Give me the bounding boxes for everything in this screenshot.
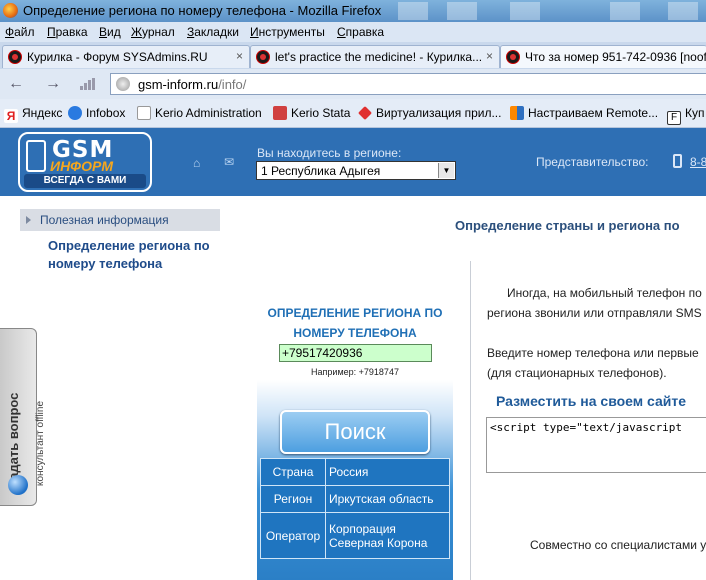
window-title: Определение региона по номеру телефона -… [23, 3, 382, 18]
web-page: GSM ИНФОРМ ВСЕГДА С ВАМИ ⌂ ✉ Вы находите… [0, 128, 706, 580]
mail-icon[interactable]: ✉ [224, 155, 236, 169]
region-select-value: 1 Республика Адыгея [261, 164, 381, 178]
result-key: Страна [260, 458, 326, 486]
region-label: Вы находитесь в регионе: [257, 146, 402, 160]
tab-practice-medicine[interactable]: let's practice the medicine! - Курилка..… [250, 45, 500, 68]
menu-bar: Файл Правка Вид Журнал Закладки Инструме… [0, 22, 706, 42]
search-button[interactable]: Поиск [280, 410, 430, 454]
ask-question-widget[interactable]: Задать вопрос консультант offline [0, 328, 46, 506]
virtualization-icon [358, 106, 372, 120]
lookup-widget: Поиск Страна Россия Регион Иркутская обл… [257, 380, 453, 580]
table-row: Оператор Корпорация Северная Корона [260, 512, 450, 559]
kerio-icon [273, 106, 287, 120]
bookmark-kerio-admin[interactable]: Kerio Administration [137, 106, 262, 120]
forward-arrow-icon[interactable]: → [45, 75, 61, 93]
infobox-icon [68, 106, 82, 120]
forum-favicon-icon [8, 50, 22, 64]
bookmark-remote[interactable]: Настраиваем Remote... [510, 106, 658, 120]
tab-strip: Курилка - Форум SYSAdmins.RU × let's pra… [0, 42, 706, 70]
page-title: Определение страны и региона по [455, 218, 680, 233]
titlebar-reflection [510, 2, 540, 20]
region-select[interactable]: 1 Республика Адыгея ▼ [256, 161, 456, 180]
phone-logo-icon [26, 140, 46, 172]
table-row: Страна Россия [260, 458, 450, 486]
windows-icon [510, 106, 524, 120]
titlebar-reflection [447, 2, 477, 20]
site-globe-icon [116, 77, 130, 91]
forum-favicon-icon [506, 50, 520, 64]
triangle-right-icon [26, 216, 31, 224]
sidebar-section-label: Полезная информация [40, 213, 169, 227]
result-value: Россия [325, 458, 450, 486]
bookmark-virtualization[interactable]: Виртуализация прил... [358, 106, 501, 120]
ask-question-title: Задать вопрос [6, 392, 21, 488]
menu-tools[interactable]: Инструменты [250, 25, 325, 39]
globe-icon [8, 475, 28, 495]
representation-phone-link[interactable]: 8-8 [690, 155, 706, 169]
lookup-result-table: Страна Россия Регион Иркутская область О… [260, 458, 450, 559]
titlebar-reflection [610, 2, 640, 20]
result-value: Иркутская область [325, 485, 450, 513]
instruction-paragraph: Введите номер телефона или первые (для с… [487, 346, 699, 380]
window-titlebar: Определение региона по номеру телефона -… [0, 0, 706, 22]
yandex-icon: Я [4, 109, 18, 123]
tab-label: Что за номер 951-742-0936 [nooff [525, 50, 706, 64]
column-divider [470, 261, 471, 580]
phone-icon [673, 154, 682, 168]
embed-heading: Разместить на своем сайте [496, 393, 687, 409]
bookmark-infobox[interactable]: Infobox [68, 106, 125, 120]
firefox-icon [3, 3, 18, 18]
bookmarks-bar: Я Яндекс Infobox Kerio Administration Ker… [0, 99, 706, 128]
widget-title: ОПРЕДЕЛЕНИЕ РЕГИОНА ПО НОМЕРУ ТЕЛЕФОНА [267, 306, 443, 340]
back-arrow-icon[interactable]: ← [8, 75, 24, 93]
site-header: GSM ИНФОРМ ВСЕГДА С ВАМИ ⌂ ✉ Вы находите… [0, 128, 706, 196]
titlebar-reflection [398, 2, 428, 20]
tab-close-icon[interactable]: × [486, 49, 493, 63]
consultant-status: консультант offline [35, 400, 46, 486]
url-text: gsm-inform.ru/info/ [138, 77, 247, 92]
menu-edit[interactable]: Правка [47, 25, 88, 39]
address-bar[interactable]: gsm-inform.ru/info/ [110, 73, 706, 95]
menu-bookmarks[interactable]: Закладки [187, 25, 239, 39]
forum-favicon-icon [256, 50, 270, 64]
tab-number-lookup[interactable]: Что за номер 951-742-0936 [nooff [500, 45, 706, 68]
phone-number-input[interactable]: +79517420936 [279, 344, 432, 362]
result-key: Оператор [260, 512, 326, 559]
home-icon[interactable]: ⌂ [193, 156, 205, 170]
tab-label: Курилка - Форум SYSAdmins.RU [27, 50, 208, 64]
signal-icon [80, 78, 96, 90]
representation-label: Представительство: [536, 155, 649, 169]
navigation-bar: ← → gsm-inform.ru/info/ [0, 69, 706, 99]
partner-note: Совместно со специалистами y [530, 538, 706, 552]
logo-inform-text: ИНФОРМ [50, 158, 113, 174]
bookmark-kerio-stata[interactable]: Kerio Stata [273, 106, 350, 120]
bookmark-kup[interactable]: F Куп [667, 106, 705, 125]
logo-slogan: ВСЕГДА С ВАМИ [24, 174, 146, 188]
tab-close-icon[interactable]: × [236, 49, 243, 63]
tab-label: let's practice the medicine! - Курилка..… [275, 50, 483, 64]
result-key: Регион [260, 485, 326, 513]
sidebar-section-useful-info[interactable]: Полезная информация [20, 209, 220, 231]
embed-code-textarea[interactable]: <script type="text/javascript [486, 417, 706, 473]
phone-example-hint: Например: +7918747 [311, 367, 399, 377]
table-row: Регион Иркутская область [260, 485, 450, 513]
gsm-inform-logo[interactable]: GSM ИНФОРМ ВСЕГДА С ВАМИ [18, 132, 152, 192]
menu-help[interactable]: Справка [337, 25, 384, 39]
menu-file[interactable]: Файл [5, 25, 35, 39]
menu-view[interactable]: Вид [99, 25, 121, 39]
menu-history[interactable]: Журнал [131, 25, 175, 39]
page-icon [137, 106, 151, 120]
titlebar-reflection [668, 2, 698, 20]
tab-kurilka[interactable]: Курилка - Форум SYSAdmins.RU × [2, 45, 250, 68]
facebook-icon: F [667, 111, 681, 125]
sidebar-item-region-by-phone[interactable]: Определение региона по номеру телефона [48, 237, 228, 273]
bookmark-yandex[interactable]: Я Яндекс [4, 106, 62, 123]
chevron-down-icon[interactable]: ▼ [438, 163, 454, 178]
result-value: Корпорация Северная Корона [325, 512, 450, 559]
intro-paragraph: Иногда, на мобильный телефон по региона … [487, 286, 702, 320]
